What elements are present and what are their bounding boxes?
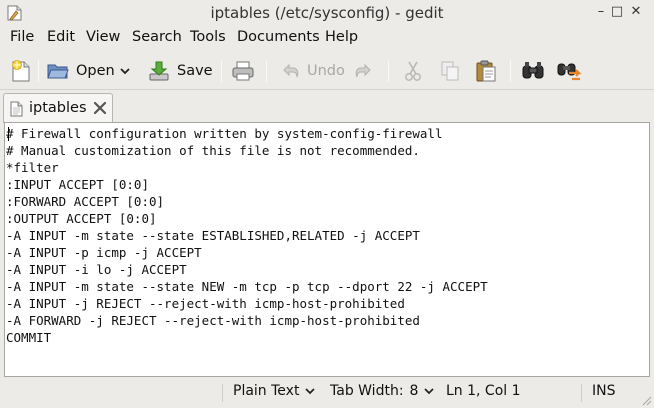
resize-grip-icon[interactable] — [640, 394, 652, 406]
copy-icon — [441, 61, 459, 81]
title-bar: iptables (/etc/sysconfig) - gedit – □ ✕ — [0, 0, 654, 26]
undo-label: Undo — [307, 63, 345, 79]
menu-help[interactable]: Help — [325, 29, 358, 45]
toolbar-separator — [388, 60, 389, 82]
binoculars-icon — [522, 62, 544, 79]
insert-mode-indicator: INS — [592, 383, 616, 399]
save-download-icon — [149, 61, 169, 81]
editor-line: :OUTPUT ACCEPT [0:0] — [6, 211, 157, 226]
tab-iptables[interactable]: iptables — [3, 93, 113, 123]
tab-width-value: 8 — [409, 383, 419, 399]
minimize-button[interactable]: – — [593, 4, 609, 20]
cursor-position: Ln 1, Col 1 — [446, 383, 521, 399]
editor-line: -A INPUT -m state --state NEW -m tcp -p … — [6, 279, 488, 294]
editor-line: -A INPUT -j REJECT --reject-with icmp-ho… — [6, 296, 405, 311]
toolbar: Open Save Undo — [0, 52, 654, 90]
redo-icon — [355, 63, 371, 78]
menu-documents[interactable]: Documents — [237, 29, 320, 45]
status-bar: Plain Text Tab Width: 8 Ln 1, Col 1 INS — [0, 378, 654, 408]
language-selector[interactable]: Plain Text — [233, 383, 316, 399]
undo-button[interactable]: Undo — [282, 58, 345, 84]
text-editor[interactable]: # Firewall configuration written by syst… — [6, 125, 642, 375]
printer-icon — [232, 61, 254, 81]
status-separator — [222, 384, 223, 402]
toolbar-separator — [221, 60, 222, 82]
editor-line: :INPUT ACCEPT [0:0] — [6, 177, 149, 192]
open-recent-dropdown[interactable] — [119, 58, 131, 84]
chevron-down-icon — [424, 388, 435, 395]
scissors-icon — [405, 61, 421, 81]
copy-button[interactable] — [440, 58, 460, 84]
menu-tools[interactable]: Tools — [190, 29, 226, 45]
editor-line: *filter — [6, 160, 59, 175]
toolbar-separator — [266, 60, 267, 82]
clipboard-icon — [476, 60, 496, 82]
menu-view[interactable]: View — [86, 29, 120, 45]
open-label: Open — [76, 63, 115, 79]
toolbar-separator — [38, 60, 39, 82]
folder-open-icon — [47, 64, 69, 79]
menu-bar: File Edit View Search Tools Documents He… — [0, 27, 654, 49]
open-button[interactable]: Open — [47, 58, 115, 84]
editor-line: :FORWARD ACCEPT [0:0] — [6, 194, 165, 209]
close-tab-icon[interactable] — [92, 100, 108, 116]
text-cursor — [8, 127, 9, 141]
paste-button[interactable] — [475, 58, 497, 84]
text-file-icon — [10, 101, 23, 117]
maximize-button[interactable]: □ — [609, 4, 625, 20]
editor-line: # Firewall configuration written by syst… — [6, 126, 443, 141]
chevron-down-icon — [305, 388, 316, 395]
redo-button[interactable] — [354, 58, 372, 84]
tab-label: iptables — [29, 100, 87, 116]
tab-width-label: Tab Width: — [330, 383, 404, 399]
menu-edit[interactable]: Edit — [47, 29, 75, 45]
document-tabs: iptables — [0, 92, 654, 123]
tab-width-selector[interactable]: Tab Width: 8 — [330, 383, 435, 399]
undo-icon — [283, 63, 299, 78]
window-title: iptables (/etc/sysconfig) - gedit — [210, 4, 444, 22]
language-label: Plain Text — [233, 383, 300, 399]
close-window-button[interactable]: ✕ — [628, 4, 644, 20]
find-button[interactable] — [521, 58, 545, 84]
editor-line: -A INPUT -p icmp -j ACCEPT — [6, 245, 202, 260]
status-separator — [581, 384, 582, 402]
save-button[interactable]: Save — [148, 58, 213, 84]
chevron-down-icon — [120, 68, 130, 75]
new-document-icon — [12, 60, 30, 82]
editor-line: -A INPUT -m state --state ESTABLISHED,RE… — [6, 228, 420, 243]
menu-search[interactable]: Search — [132, 29, 182, 45]
find-replace-button[interactable] — [556, 58, 582, 84]
editor-line: -A FORWARD -j REJECT --reject-with icmp-… — [6, 313, 420, 328]
cut-button[interactable] — [403, 58, 423, 84]
editor-line: # Manual customization of this file is n… — [6, 143, 420, 158]
print-button[interactable] — [231, 58, 255, 84]
new-button[interactable] — [10, 58, 32, 84]
save-label: Save — [177, 63, 213, 79]
menu-file[interactable]: File — [10, 29, 34, 45]
editor-line: COMMIT — [6, 330, 52, 345]
editor-line: -A INPUT -i lo -j ACCEPT — [6, 262, 187, 277]
find-replace-icon — [557, 63, 582, 81]
toolbar-separator — [510, 60, 511, 82]
